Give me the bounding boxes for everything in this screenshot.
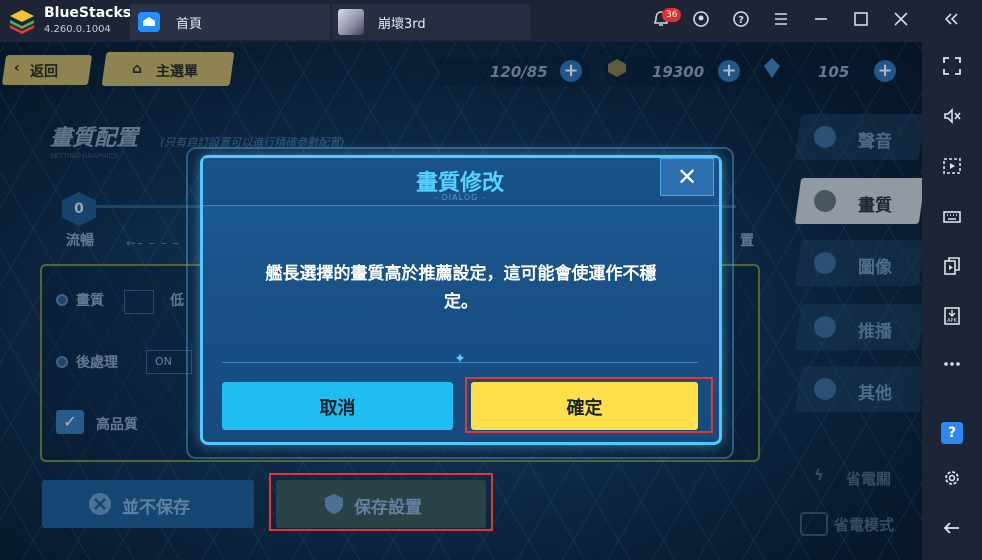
screen-record-icon[interactable] [922, 156, 982, 182]
close-window-icon[interactable] [890, 10, 912, 32]
bluestacks-sidebar: APK ? [922, 42, 982, 560]
more-icon[interactable] [922, 354, 982, 380]
home-icon [138, 12, 160, 32]
keyboard-icon[interactable] [922, 206, 982, 232]
volume-mute-icon[interactable] [922, 106, 982, 132]
dialog-message: 艦長選擇的畫質高於推薦設定，這可能會使運作不穩 定。 [222, 260, 700, 316]
fullscreen-icon[interactable] [922, 56, 982, 82]
menu-icon[interactable] [770, 10, 792, 32]
save-highlight-box [269, 473, 493, 531]
confirm-highlight-box [465, 377, 713, 433]
tab-home[interactable]: 首頁 [130, 4, 330, 40]
cancel-button[interactable]: 取消 [222, 382, 453, 430]
settings-icon[interactable] [922, 468, 982, 494]
svg-text:?: ? [738, 15, 744, 26]
minimize-icon[interactable] [810, 10, 832, 32]
multi-instance-icon[interactable] [922, 256, 982, 282]
dialog-close-button[interactable]: ✕ [660, 158, 714, 196]
app-version: 4.260.0.1004 [44, 24, 111, 35]
svg-text:APK: APK [947, 318, 957, 324]
tab-game[interactable]: 崩壞3rd [332, 4, 530, 40]
bluestacks-logo-icon [10, 10, 34, 34]
separator-star-icon: ✦ [454, 351, 466, 367]
game-thumbnail-icon [338, 9, 364, 35]
dialog-message-line1: 艦長選擇的畫質高於推薦設定，這可能會使運作不穩 [265, 264, 657, 284]
account-icon[interactable] [690, 10, 712, 32]
bluestacks-window: BlueStacks 4.260.0.1004 首頁 崩壞3rd 36 ? ‹ … [0, 0, 982, 560]
cancel-button-label: 取消 [319, 398, 356, 419]
dialog-subtitle: - DIALOG - [434, 193, 486, 202]
dialog-message-line2: 定。 [444, 292, 478, 312]
title-bar: BlueStacks 4.260.0.1004 首頁 崩壞3rd 36 ? [0, 0, 982, 42]
back-arrow-icon[interactable] [922, 518, 982, 544]
collapse-sidebar-icon[interactable] [940, 10, 962, 32]
tab-home-label: 首頁 [176, 17, 203, 32]
tab-game-label: 崩壞3rd [378, 17, 426, 32]
apk-install-icon[interactable]: APK [922, 306, 982, 332]
notification-count-badge: 36 [662, 8, 682, 22]
maximize-icon[interactable] [850, 10, 872, 32]
help-icon[interactable]: ? [941, 422, 963, 444]
help-circle-icon[interactable]: ? [730, 10, 752, 32]
app-brand: BlueStacks [44, 5, 132, 21]
